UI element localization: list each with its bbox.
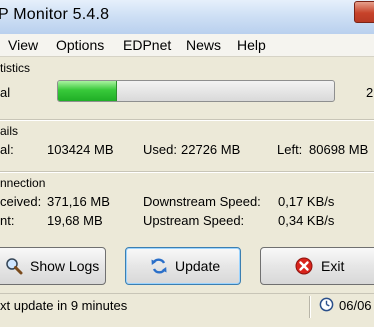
status-message: xt update in 9 minutes [0,298,128,313]
usage-progress-fill [58,81,117,101]
show-logs-label: Show Logs [30,258,100,274]
menu-help[interactable]: Help [237,37,266,53]
sent-label: nt: [0,213,15,228]
downstream-label: Downstream Speed: [143,194,261,209]
menu-bar: View Options EDPnet News Help [0,34,374,57]
statistics-row-label: al [0,85,11,100]
usage-progress-bar [57,80,335,102]
update-label: Update [175,258,221,274]
used-label: Used: [143,142,177,157]
status-date: 06/06 [339,298,372,313]
menu-edpnet[interactable]: EDPnet [123,37,171,53]
used-value: 22726 MB [181,142,241,157]
divider [0,119,374,121]
divider [0,171,374,173]
sent-value: 19,68 MB [47,213,103,228]
connection-section-label: nnection [0,176,46,190]
upstream-label: Upstream Speed: [143,213,245,228]
total-label: al: [0,142,14,157]
menu-view[interactable]: View [8,37,38,53]
window-close-button[interactable] [354,1,374,23]
status-divider [309,296,311,318]
received-value: 371,16 MB [47,194,110,209]
exit-label: Exit [321,258,345,274]
logs-icon [6,258,23,275]
update-button[interactable]: Update [125,247,241,285]
clock-icon [319,297,334,312]
exit-button[interactable]: Exit [260,247,374,285]
downstream-value: 0,17 KB/s [278,194,335,209]
close-icon [295,257,313,275]
received-label: ceived: [0,194,42,209]
menu-options[interactable]: Options [56,37,104,53]
details-section-label: ails [0,124,19,138]
total-value: 103424 MB [47,142,114,157]
menu-news[interactable]: News [186,37,221,53]
upstream-value: 0,34 KB/s [278,213,335,228]
left-label: Left: [277,142,303,157]
left-value: 80698 MB [309,142,369,157]
statistics-section-label: tistics [0,61,30,75]
window-title: P Monitor 5.4.8 [0,6,110,23]
show-logs-button[interactable]: Show Logs [0,247,106,285]
title-bar[interactable]: P Monitor 5.4.8 [0,0,374,35]
statistics-right-value: 2 [366,85,374,100]
refresh-icon [151,258,167,274]
